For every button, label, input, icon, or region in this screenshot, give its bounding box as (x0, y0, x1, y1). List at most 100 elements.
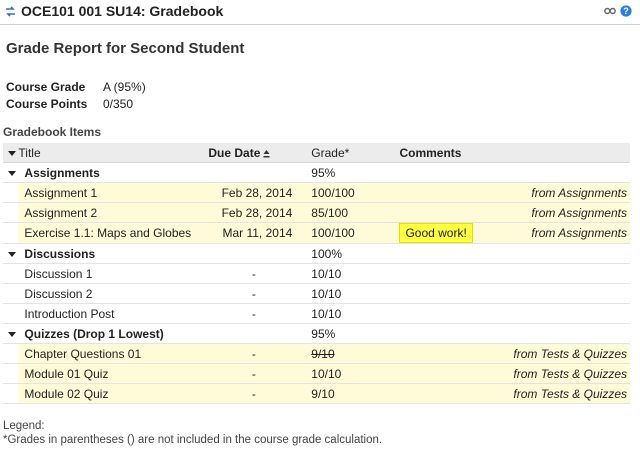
row-indent (3, 343, 19, 364)
gradebook-items-heading: Gradebook Items (3, 125, 102, 139)
item-comment-cell (392, 283, 499, 304)
item-due-date: - (208, 343, 300, 364)
item-source: from Tests & Quizzes (498, 383, 630, 404)
link-icon[interactable] (604, 5, 616, 17)
item-grade: 10/10 (299, 363, 393, 384)
row-indent (3, 263, 19, 284)
item-source: from Assignments (498, 222, 630, 244)
item-comment-cell (392, 343, 499, 364)
item-source (498, 263, 630, 284)
sort-ascending-icon (263, 149, 270, 158)
category-comment (392, 323, 499, 344)
legend-note: *Grades in parentheses () are not includ… (3, 434, 383, 446)
table-header-row: Title Due Date Grade* Comments (3, 143, 630, 163)
item-title[interactable]: Discussion 1 (18, 263, 209, 284)
category-toggle[interactable] (3, 162, 19, 183)
item-due-date: - (208, 363, 300, 384)
item-comment-cell (392, 383, 499, 404)
category-comment (392, 243, 499, 264)
item-due-date: - (208, 263, 300, 284)
course-points-value: 0/350 (103, 97, 134, 111)
table-row[interactable]: Assignment 1 Feb 28, 2014 100/100 from Assi… (3, 182, 630, 203)
item-grade: 100/100 (299, 222, 393, 244)
item-title[interactable]: Exercise 1.1: Maps and Globes (18, 222, 209, 244)
svg-text:?: ? (623, 6, 629, 16)
item-title[interactable]: Discussion 2 (18, 283, 209, 304)
item-comment-cell (392, 363, 499, 384)
legend-title: Legend: (3, 420, 45, 432)
category-toggle[interactable] (3, 243, 19, 264)
category-grade: 95% (299, 162, 393, 183)
category-name: Discussions (18, 243, 209, 264)
table-row[interactable]: Exercise 1.1: Maps and Globes Mar 11, 201… (3, 222, 630, 244)
table-row[interactable]: Discussion 2-10/10 (3, 283, 630, 304)
item-grade: 85/100 (299, 202, 393, 223)
category-name: Assignments (18, 162, 209, 183)
item-due-date: - (208, 303, 300, 324)
category-toggle[interactable] (3, 323, 19, 344)
item-title[interactable]: Assignment 2 (18, 202, 209, 223)
category-row[interactable]: Assignments 95% (3, 162, 630, 183)
row-indent (3, 383, 19, 404)
item-grade: 10/10 (299, 263, 393, 284)
item-title[interactable]: Introduction Post (18, 303, 209, 324)
column-title-label: Title (18, 145, 41, 160)
column-due-label: Due Date (208, 145, 261, 160)
row-indent (3, 182, 19, 203)
help-icon[interactable]: ? (620, 5, 632, 17)
row-indent (3, 202, 19, 223)
category-row[interactable]: Discussions 100% (3, 243, 630, 264)
category-due (208, 243, 300, 264)
column-header-title[interactable]: Title (18, 143, 209, 163)
category-due (208, 162, 300, 183)
table-row[interactable]: Discussion 1-10/10 (3, 263, 630, 284)
column-header-grade[interactable]: Grade* (299, 143, 393, 163)
item-due-date: - (208, 383, 300, 404)
item-source (498, 283, 630, 304)
table-row[interactable]: Assignment 2 Feb 28, 2014 85/100 from Assig… (3, 202, 630, 223)
item-grade: 100/100 (299, 182, 393, 203)
collapse-triangle-icon (8, 170, 16, 176)
table-row[interactable]: Introduction Post -10/10 (3, 303, 630, 324)
table-row[interactable]: Chapter Questions 01-9/10 from Tests & Qu… (3, 343, 630, 364)
item-grade: 9/10 (299, 343, 393, 364)
row-indent (3, 363, 19, 384)
category-source (498, 162, 630, 183)
table-row[interactable]: Module 01 Quiz -10/10 from Tests & Quizzes (3, 363, 630, 384)
item-source: from Tests & Quizzes (498, 363, 630, 384)
item-title[interactable]: Module 02 Quiz (18, 383, 209, 404)
column-header-due-date[interactable]: Due Date (208, 143, 300, 163)
course-points-label: Course Points (6, 97, 88, 111)
item-title[interactable]: Assignment 1 (18, 182, 209, 203)
item-source: from Assignments (498, 182, 630, 203)
category-name: Quizzes (Drop 1 Lowest) (18, 323, 209, 344)
category-due (208, 323, 300, 344)
category-grade: 95% (299, 323, 393, 344)
category-source (498, 323, 630, 344)
item-due-date: Feb 28, 2014 (208, 202, 300, 223)
grade-summary: Course Grade A (95%) Course Points 0/350 (6, 80, 146, 114)
collapse-triangle-icon (8, 150, 16, 156)
item-comment-cell: Good work! (392, 222, 499, 244)
collapse-triangle-icon (8, 331, 16, 337)
row-indent (3, 283, 19, 304)
table-row[interactable]: Module 02 Quiz -9/10 from Tests & Quizzes (3, 383, 630, 404)
collapse-all-toggle[interactable] (3, 143, 19, 163)
legend: Legend: *Grades in parentheses () are no… (3, 419, 382, 447)
item-comment: Good work! (399, 223, 473, 243)
category-grade: 100% (299, 243, 393, 264)
item-due-date: Mar 11, 2014 (208, 222, 300, 244)
report-title: Grade Report for Second Student (6, 40, 245, 57)
category-row[interactable]: Quizzes (Drop 1 Lowest) 95% (3, 323, 630, 344)
item-source: from Assignments (498, 202, 630, 223)
item-title[interactable]: Chapter Questions 01 (18, 343, 209, 364)
item-due-date: Feb 28, 2014 (208, 182, 300, 203)
item-comment-cell (392, 202, 499, 223)
item-comment-cell (392, 303, 499, 324)
item-comment-cell (392, 182, 499, 203)
tool-title-bar: OCE101 001 SU14: Gradebook ? (0, 0, 640, 25)
column-comments-label: Comments (399, 145, 462, 160)
row-indent (3, 222, 19, 244)
item-title[interactable]: Module 01 Quiz (18, 363, 209, 384)
item-source: from Tests & Quizzes (498, 343, 630, 364)
